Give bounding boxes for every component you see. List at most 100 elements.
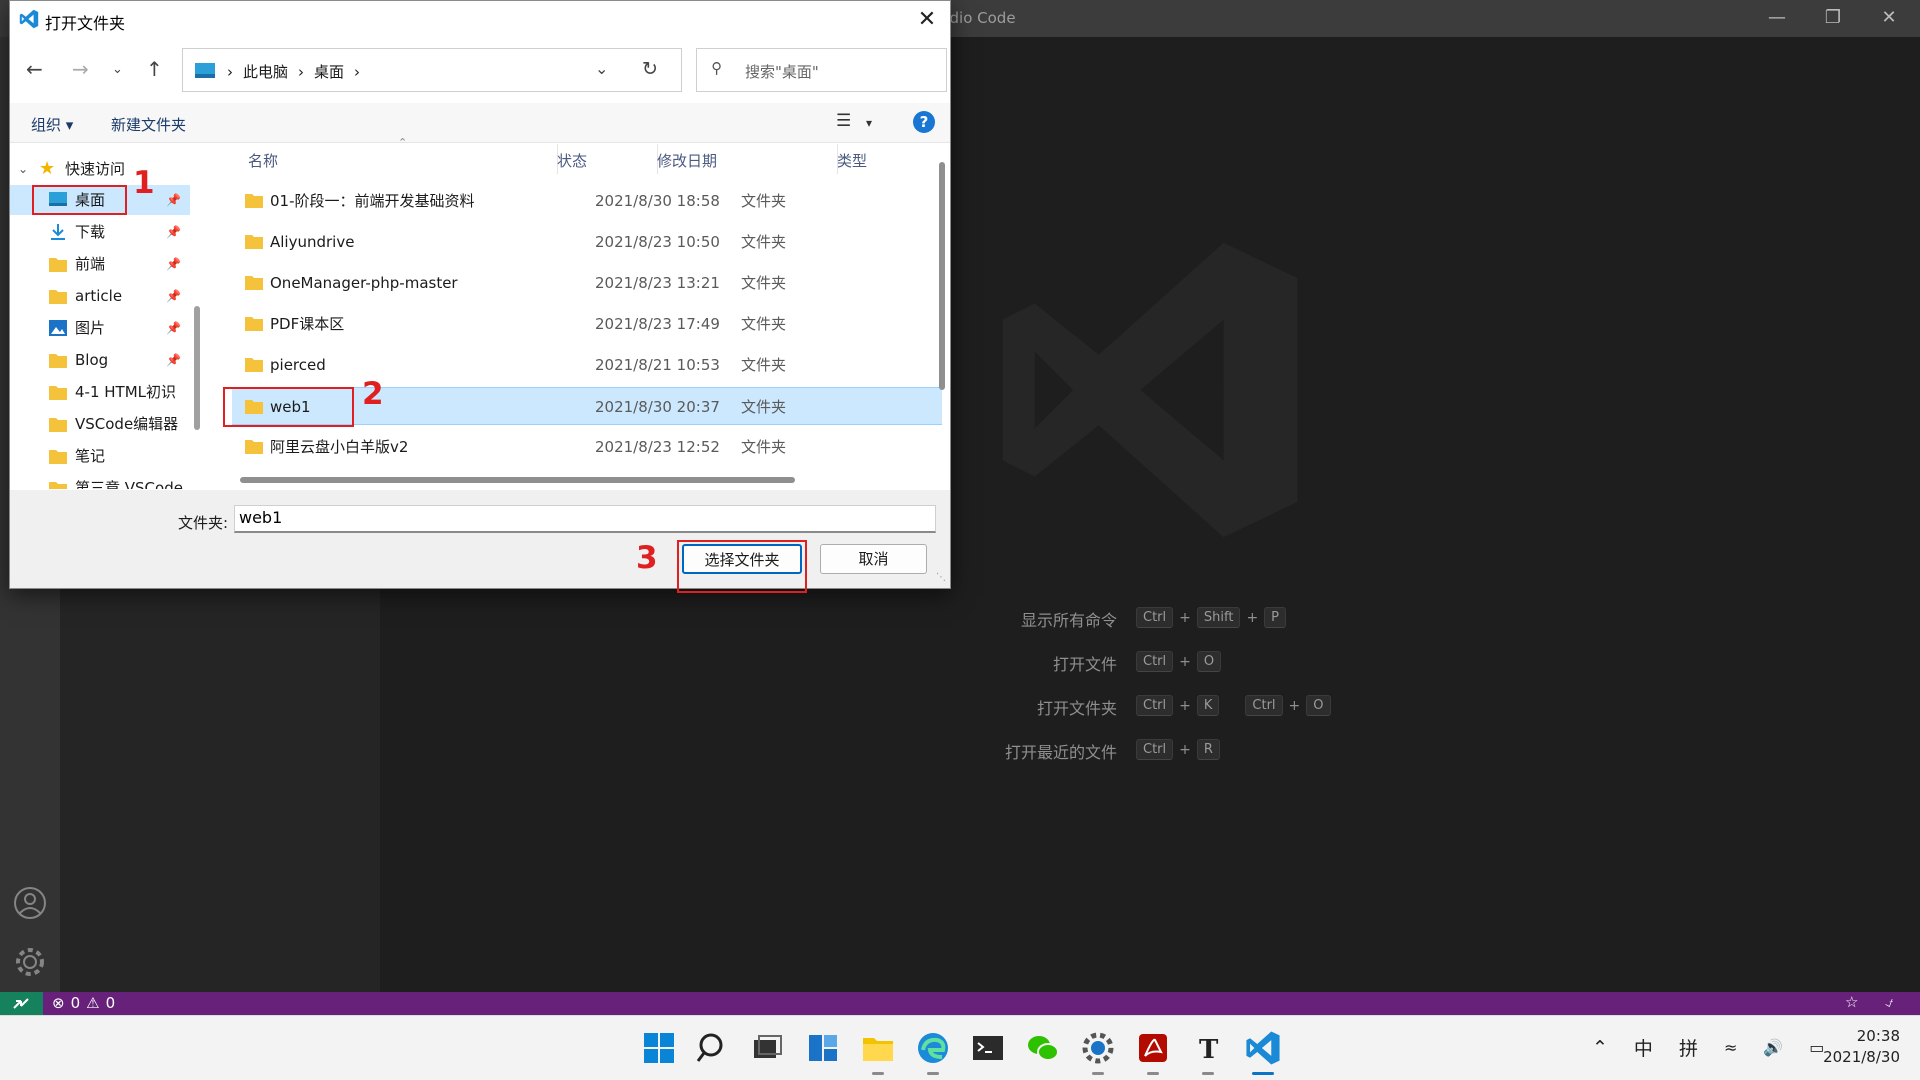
nav-item-notes[interactable]: 笔记 — [10, 441, 190, 471]
running-indicator — [1202, 1072, 1214, 1075]
organize-button[interactable]: 组织 ▾ — [31, 114, 73, 135]
file-row[interactable]: 01-阶段一：前端开发基础资料 2021/8/30 18:58 文件夹 — [232, 182, 942, 220]
recent-locations-chevron-icon[interactable]: ⌄ — [112, 62, 123, 77]
forward-arrow-icon[interactable]: → — [72, 57, 89, 81]
annotation-number: 1 — [133, 165, 155, 201]
new-folder-button[interactable]: 新建文件夹 — [111, 114, 186, 135]
column-header-name[interactable]: 名称 — [248, 150, 278, 171]
pin-icon[interactable]: 📌 — [166, 249, 181, 279]
pin-icon[interactable]: 📌 — [166, 217, 181, 247]
breadcrumb: › 此电脑 › 桌面 › — [227, 61, 360, 82]
file-explorer-icon[interactable] — [860, 1030, 896, 1066]
problems-indicator[interactable]: ⊗ 0 ⚠ 0 — [52, 994, 115, 1012]
file-row[interactable]: Aliyundrive 2021/8/23 10:50 文件夹 — [232, 223, 942, 261]
download-icon — [51, 224, 65, 240]
breadcrumb-item[interactable]: 桌面 — [314, 61, 344, 82]
feedback-icon[interactable]: ☆ — [1845, 993, 1858, 1011]
view-options-icon[interactable]: ☰ — [836, 111, 851, 131]
column-header-type[interactable]: 类型 — [837, 150, 867, 171]
nav-item-frontend[interactable]: 前端 📌 — [10, 249, 190, 279]
pin-icon[interactable]: 📌 — [166, 313, 181, 343]
close-window-button[interactable]: ✕ — [1866, 5, 1912, 31]
search-input[interactable]: ⚲ 搜索"桌面" — [696, 48, 947, 92]
chevron-up-icon[interactable]: ⌃ — [1592, 1037, 1608, 1059]
nav-item-chapter3[interactable]: 第三章 VSCode — [10, 473, 190, 489]
breadcrumb-item[interactable]: 此电脑 — [243, 61, 288, 82]
view-dropdown-chevron-icon[interactable]: ▾ — [866, 116, 872, 130]
desktop-location-icon — [195, 63, 215, 78]
wechat-icon[interactable] — [1025, 1030, 1061, 1066]
settings-gear-icon[interactable] — [1080, 1030, 1116, 1066]
file-row[interactable]: OneManager-php-master 2021/8/23 13:21 文件… — [232, 264, 942, 302]
address-dropdown-chevron-icon[interactable]: ⌄ — [595, 59, 608, 78]
nav-scrollbar[interactable] — [194, 306, 200, 430]
pin-icon[interactable]: 📌 — [166, 185, 181, 215]
nav-quick-access[interactable]: ⌄ ★ 快速访问 — [10, 154, 190, 184]
vertical-scrollbar[interactable] — [939, 162, 945, 390]
annotation-number: 3 — [636, 540, 658, 576]
dialog-footer: 文件夹: web1 选择文件夹 取消 ⋱ — [10, 490, 950, 588]
nav-item-downloads[interactable]: 下载 📌 — [10, 217, 190, 247]
error-icon: ⊗ — [52, 994, 65, 1012]
clock[interactable]: 20:38 2021/8/30 — [1823, 1026, 1900, 1068]
address-bar[interactable]: › 此电脑 › 桌面 › ⌄ ↻ — [182, 48, 682, 92]
open-folder-dialog: 打开文件夹 ✕ ← → ⌄ ↑ › 此电脑 › 桌面 › ⌄ ↻ ⚲ 搜索"桌面… — [9, 0, 951, 589]
nav-item-article[interactable]: article 📌 — [10, 281, 190, 311]
horizontal-scrollbar[interactable] — [240, 477, 795, 483]
clock-time: 20:38 — [1856, 1027, 1900, 1045]
shortcut-row[interactable]: 打开文件夹 Ctrl + K Ctrl + O — [0, 695, 1920, 719]
dialog-close-button[interactable]: ✕ — [912, 5, 942, 35]
folder-icon — [49, 258, 67, 272]
file-row[interactable]: 阿里云盘小白羊版v2 2021/8/23 12:52 文件夹 — [232, 428, 942, 466]
acrobat-pdf-icon[interactable] — [1135, 1030, 1171, 1066]
account-icon[interactable] — [12, 885, 48, 921]
column-header-modified[interactable]: 修改日期 — [657, 150, 717, 171]
ime-language[interactable]: 中 — [1634, 1034, 1653, 1061]
wifi-icon[interactable]: ≈ — [1724, 1038, 1737, 1057]
pin-icon[interactable]: 📌 — [166, 281, 181, 311]
file-row[interactable]: pierced 2021/8/21 10:53 文件夹 — [232, 346, 942, 384]
resize-grip-icon[interactable]: ⋱ — [936, 572, 946, 583]
search-icon[interactable] — [695, 1030, 731, 1066]
help-icon[interactable]: ? — [913, 111, 935, 133]
warning-icon: ⚠ — [86, 994, 100, 1012]
nav-item-html-intro[interactable]: 4-1 HTML初识 — [10, 377, 190, 407]
chevron-down-icon[interactable]: ⌄ — [18, 154, 28, 184]
file-row[interactable]: PDF课本区 2021/8/23 17:49 文件夹 — [232, 305, 942, 343]
manage-gear-icon[interactable] — [12, 944, 48, 980]
nav-item-vscode-editor[interactable]: VSCode编辑器 — [10, 409, 190, 439]
remote-indicator-button[interactable] — [0, 992, 43, 1015]
ime-mode[interactable]: 拼 — [1679, 1034, 1698, 1061]
cancel-button[interactable]: 取消 — [820, 544, 927, 574]
warning-count: 0 — [105, 994, 116, 1012]
folder-field-label: 文件夹: — [178, 514, 229, 532]
pin-icon[interactable]: 📌 — [166, 345, 181, 375]
start-windows-icon[interactable] — [641, 1030, 677, 1066]
nav-item-pictures[interactable]: 图片 📌 — [10, 313, 190, 343]
widgets-icon[interactable] — [805, 1030, 841, 1066]
notification-bell-icon[interactable]: ⍻ — [1885, 993, 1893, 1011]
edge-browser-icon[interactable] — [915, 1030, 951, 1066]
file-list: ⌃ 名称 状态 修改日期 类型 01-阶段一：前端开发基础资料 2021/8/3… — [212, 136, 947, 489]
back-arrow-icon[interactable]: ← — [26, 57, 43, 81]
chevron-right-icon: › — [298, 62, 305, 81]
clock-date: 2021/8/30 — [1823, 1048, 1900, 1066]
vscode-taskbar-icon[interactable] — [1245, 1030, 1281, 1066]
minimize-button[interactable]: — — [1754, 5, 1800, 31]
shortcut-row[interactable]: 显示所有命令 Ctrl + Shift + P — [0, 607, 1920, 631]
column-header-status[interactable]: 状态 — [557, 150, 587, 171]
shortcut-row[interactable]: 打开最近的文件 Ctrl + R — [0, 739, 1920, 763]
folder-name-input[interactable]: web1 — [234, 505, 936, 533]
nav-item-blog[interactable]: Blog 📌 — [10, 345, 190, 375]
shortcut-row[interactable]: 打开文件 Ctrl + O — [0, 651, 1920, 675]
volume-icon[interactable]: 🔊 — [1763, 1038, 1783, 1057]
refresh-icon[interactable]: ↻ — [642, 58, 658, 80]
chevron-right-icon: › — [354, 62, 361, 81]
typora-icon[interactable]: T — [1190, 1030, 1226, 1066]
folder-icon — [49, 418, 67, 432]
search-placeholder: 搜索"桌面" — [745, 63, 819, 81]
task-view-icon[interactable] — [749, 1030, 785, 1066]
up-arrow-icon[interactable]: ↑ — [146, 57, 163, 81]
restore-button[interactable]: ❐ — [1810, 5, 1856, 31]
terminal-icon[interactable] — [970, 1030, 1006, 1066]
